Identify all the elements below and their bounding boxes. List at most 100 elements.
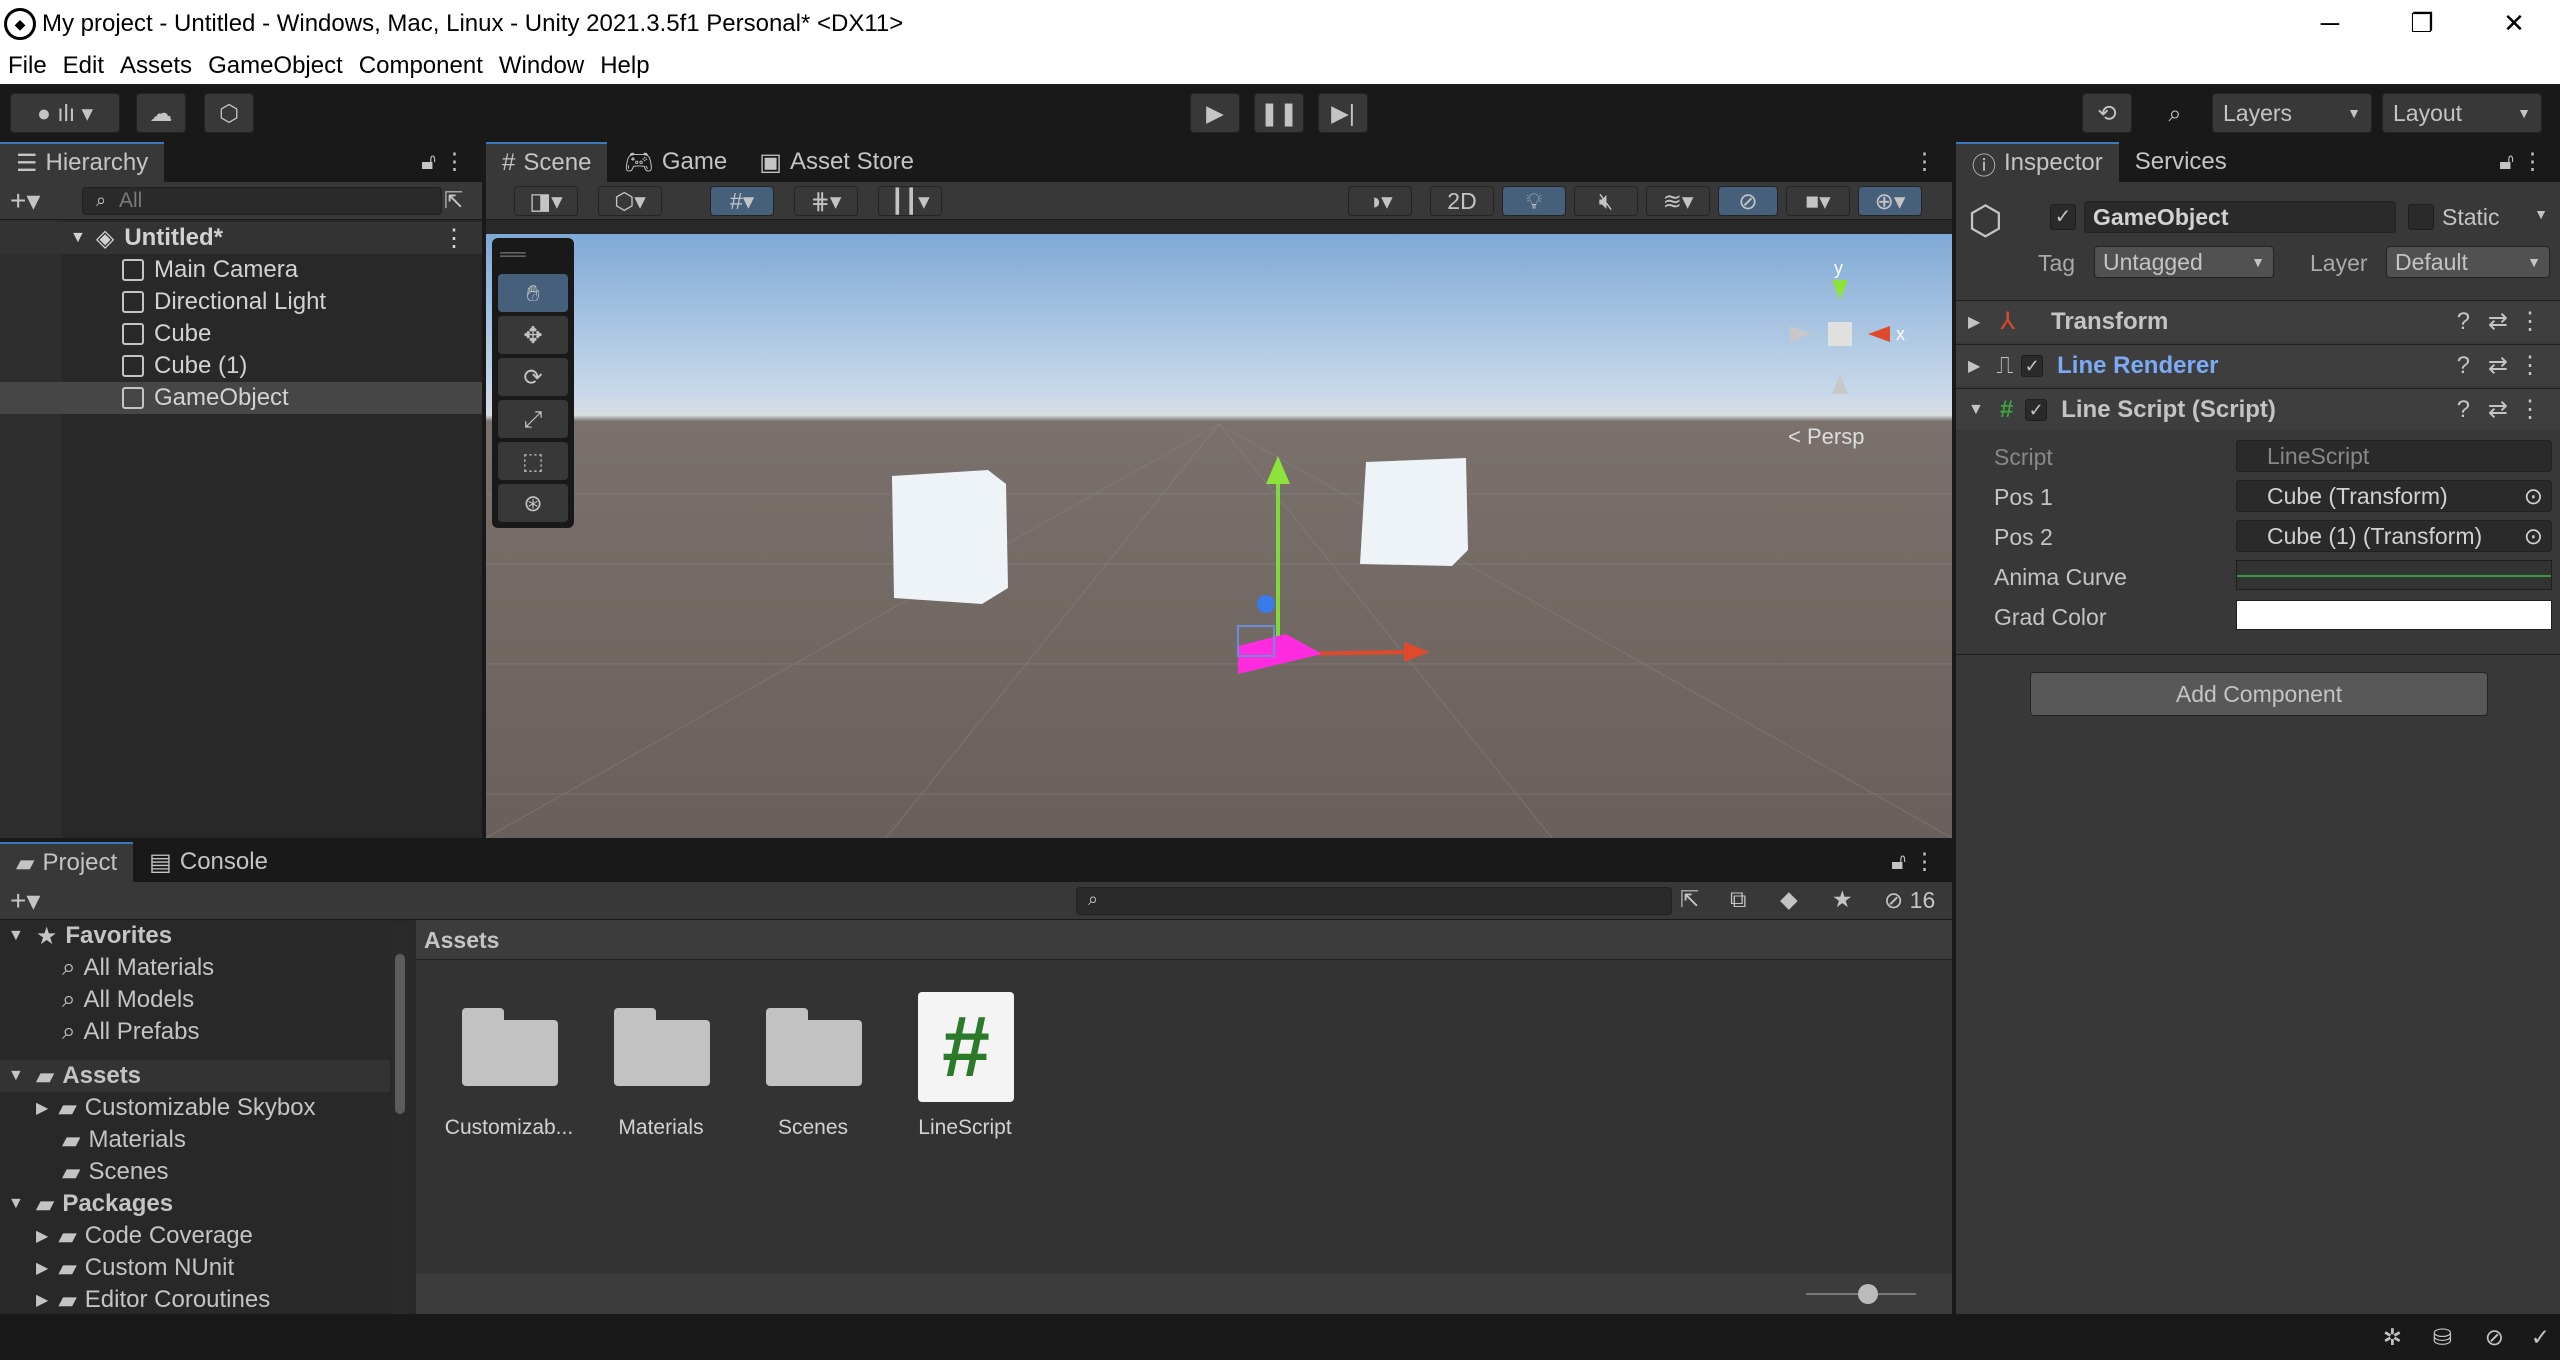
effects-button[interactable]: ≋▾ — [1646, 186, 1710, 216]
project-search-input[interactable] — [1076, 887, 1672, 915]
tab-inspector[interactable]: ⓘ Inspector — [1956, 142, 2119, 182]
transform-tool[interactable]: ⊛ — [498, 484, 568, 522]
tree-package[interactable]: ▶ ▰ Code Coverage — [36, 1220, 253, 1252]
gizmos-button[interactable]: ⊕▾ — [1858, 186, 1922, 216]
orientation-gizmo[interactable]: y x — [1778, 264, 1938, 424]
hand-tool[interactable]: ✋︎ — [498, 274, 568, 312]
lock-icon[interactable]: 🔓︎ — [421, 148, 436, 175]
grad-color-field[interactable] — [2236, 600, 2552, 630]
hidden-packages-toggle[interactable]: ⊘ 16 — [1884, 887, 1935, 914]
pos1-field[interactable]: Cube (Transform) ⊙ — [2236, 480, 2552, 512]
menu-help[interactable]: Help — [592, 48, 657, 84]
hierarchy-item[interactable]: Main Camera — [122, 254, 298, 286]
tree-scrollbar[interactable] — [392, 924, 408, 1314]
filter-type-icon[interactable]: ⧉ — [1730, 886, 1746, 913]
maximize-button[interactable]: ❐ — [2376, 0, 2468, 48]
kebab-menu-icon[interactable]: ⋮ — [443, 148, 466, 175]
tab-hierarchy[interactable]: ☰ Hierarchy — [0, 142, 165, 182]
object-name-input[interactable]: GameObject — [2084, 201, 2396, 233]
menu-component[interactable]: Component — [351, 48, 491, 84]
scrollbar-thumb[interactable] — [395, 954, 405, 1114]
preset-icon[interactable]: ⇄ — [2488, 351, 2508, 380]
tab-console[interactable]: ▤ Console — [133, 842, 284, 882]
tab-services[interactable]: Services — [2119, 142, 2243, 182]
pause-button[interactable]: ❚❚ — [1254, 93, 1304, 133]
persp-label[interactable]: < Persp — [1788, 424, 1864, 450]
menu-window[interactable]: Window — [491, 48, 592, 84]
menu-gameobject[interactable]: GameObject — [200, 48, 351, 84]
minimize-button[interactable]: ─ — [2284, 0, 2376, 48]
add-component-button[interactable]: Add Component — [2030, 672, 2488, 716]
debug-icon[interactable]: ✲ — [2383, 1324, 2402, 1351]
menu-edit[interactable]: Edit — [55, 48, 112, 84]
move-tool[interactable]: ✥ — [498, 316, 568, 354]
menu-file[interactable]: File — [0, 48, 55, 84]
play-button[interactable]: ▶ — [1190, 93, 1240, 133]
lock-icon[interactable]: 🔓︎ — [1891, 848, 1906, 875]
tree-folder[interactable]: ▶ ▰ Customizable Skybox — [36, 1092, 316, 1124]
kebab-menu-icon[interactable]: ⋮ — [1913, 148, 1936, 175]
kebab-menu-icon[interactable]: ⋮ — [442, 224, 466, 253]
object-picker-icon[interactable]: ⊙ — [2524, 481, 2543, 511]
csharp-script-icon[interactable]: # — [918, 992, 1014, 1102]
help-icon[interactable]: ? — [2457, 396, 2470, 424]
expand-icon[interactable]: ⇱ — [444, 187, 463, 214]
component-line-script[interactable]: ▼ # ✓ Line Script (Script) ? ⇄ ⋮ — [1956, 388, 2560, 430]
tab-asset-store[interactable]: ▣ Asset Store — [743, 142, 930, 182]
chevron-down-icon[interactable]: ▼ — [2534, 206, 2548, 222]
folder-icon[interactable] — [614, 1006, 710, 1086]
lighting-toggle[interactable]: 💡︎ — [1502, 186, 1566, 216]
tree-fav-item[interactable]: ⌕ All Models — [62, 984, 194, 1016]
grid-snap-button[interactable]: #▾ — [710, 186, 774, 216]
snap-button[interactable]: ⋕▾ — [794, 186, 858, 216]
hierarchy-item[interactable]: Cube — [122, 318, 211, 350]
render-mode-button[interactable]: ◑▾ — [1348, 186, 1412, 216]
help-icon[interactable]: ? — [2457, 308, 2470, 336]
expand-icon[interactable]: ⇱ — [1680, 886, 1699, 913]
layer-dropdown[interactable]: Default ▼ — [2386, 246, 2550, 278]
folder-icon[interactable] — [462, 1006, 558, 1086]
check-icon[interactable]: ✓ — [2531, 1324, 2550, 1351]
scale-tool[interactable]: ⤢ — [498, 400, 568, 438]
layout-dropdown[interactable]: Layout ▼ — [2382, 93, 2542, 133]
draw-mode-button[interactable]: ◨▾ — [514, 186, 578, 216]
tab-scene[interactable]: # Scene — [486, 142, 608, 182]
cloud-button[interactable]: ☁ — [136, 93, 186, 133]
tree-fav-item[interactable]: ⌕ All Materials — [62, 952, 214, 984]
hierarchy-search-input[interactable]: All — [82, 187, 442, 215]
hierarchy-item[interactable]: Directional Light — [122, 286, 326, 318]
tab-project[interactable]: ▰ Project — [0, 842, 134, 882]
collab-button[interactable]: ⬡ — [204, 93, 254, 133]
kebab-menu-icon[interactable]: ⋮ — [2521, 148, 2544, 175]
shading-button[interactable]: ⬡▾ — [598, 186, 662, 216]
camera-button[interactable]: ■▾ — [1786, 186, 1850, 216]
increment-snap-button[interactable]: ┃┃▾ — [878, 186, 942, 216]
active-checkbox[interactable]: ✓ — [2050, 204, 2076, 230]
tree-folder[interactable]: ▰ Scenes — [62, 1156, 169, 1188]
label-icon[interactable]: ◆ — [1780, 886, 1798, 913]
enabled-checkbox[interactable]: ✓ — [2021, 354, 2044, 377]
cache-icon[interactable]: ⛁ — [2433, 1324, 2452, 1351]
tree-favorites[interactable]: ▼ ★ Favorites — [8, 920, 172, 952]
pos2-field[interactable]: Cube (1) (Transform) ⊙ — [2236, 520, 2552, 552]
tab-game[interactable]: 🎮︎ Game — [607, 142, 743, 182]
tree-packages[interactable]: ▼ ▰ Packages — [8, 1188, 173, 1220]
tree-folder[interactable]: ▰ Materials — [62, 1124, 186, 1156]
network-off-icon[interactable]: ⊘ — [2485, 1324, 2504, 1351]
rotate-tool[interactable]: ⟳ — [498, 358, 568, 396]
layers-dropdown[interactable]: Layers ▼ — [2212, 93, 2372, 133]
zoom-slider-thumb[interactable] — [1858, 1284, 1878, 1304]
breadcrumb[interactable]: Assets — [416, 920, 1952, 960]
account-button[interactable]: ● ılı ▾ — [10, 93, 120, 133]
hidden-objects-toggle[interactable]: ⊘ — [1718, 186, 1778, 216]
close-button[interactable]: ✕ — [2468, 0, 2560, 48]
hierarchy-item-selected[interactable]: GameObject — [0, 382, 482, 414]
preset-icon[interactable]: ⇄ — [2488, 395, 2508, 424]
star-icon[interactable]: ★ — [1832, 886, 1853, 913]
kebab-menu-icon[interactable]: ⋮ — [2518, 351, 2542, 380]
drag-handle-icon[interactable]: ══ — [500, 244, 526, 265]
kebab-menu-icon[interactable]: ⋮ — [2518, 307, 2542, 336]
lock-icon[interactable]: 🔓︎ — [2499, 148, 2514, 175]
component-transform[interactable]: ▶ ⅄ Transform ? ⇄ ⋮ — [1956, 300, 2560, 342]
search-button[interactable]: ⌕ — [2150, 93, 2200, 133]
